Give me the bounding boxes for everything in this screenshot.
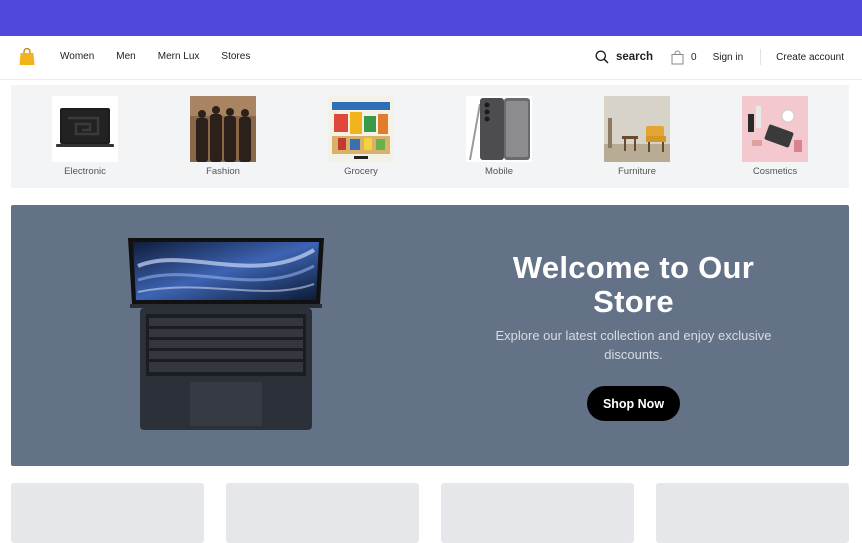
search-button[interactable]: search	[595, 50, 653, 64]
category-label: Cosmetics	[752, 166, 798, 177]
laptop-hero-image	[128, 238, 324, 430]
sign-in-link[interactable]: Sign in	[713, 52, 744, 63]
category-strip: Electronic Fashion Grocery Mobile Furnit…	[11, 85, 849, 188]
smartphone-image	[466, 96, 532, 162]
category-label: Electronic	[64, 166, 106, 177]
category-furniture[interactable]: Furniture	[602, 96, 672, 177]
nav-divider	[760, 49, 762, 65]
category-grocery[interactable]: Grocery	[326, 96, 396, 177]
nav-actions: search 0 Sign in Create account	[595, 47, 844, 67]
category-cosmetics[interactable]: Cosmetics	[740, 96, 810, 177]
nav-link-mern-lux[interactable]: Mern Lux	[158, 51, 200, 62]
nav-link-men[interactable]: Men	[116, 51, 135, 62]
hero-banner: Welcome to Our Store Explore our latest …	[11, 205, 849, 466]
cosmetics-products-image	[742, 96, 808, 162]
category-mobile[interactable]: Mobile	[464, 96, 534, 177]
laptop-image	[52, 96, 118, 162]
category-label: Mobile	[485, 166, 513, 177]
fashion-models-image	[190, 96, 256, 162]
top-banner	[0, 0, 862, 36]
category-label: Grocery	[344, 166, 378, 177]
armchair-room-image	[604, 96, 670, 162]
shop-now-button[interactable]: Shop Now	[587, 386, 680, 421]
search-label: search	[615, 51, 654, 63]
navbar: Women Men Mern Lux Stores search 0 Sign …	[0, 36, 862, 80]
shopping-bag-icon	[671, 50, 684, 64]
shopping-bag-logo-icon[interactable]	[19, 48, 35, 66]
hero-subtitle: Explore our latest collection and enjoy …	[495, 328, 772, 362]
nav-link-stores[interactable]: Stores	[221, 51, 250, 62]
category-fashion[interactable]: Fashion	[188, 96, 258, 177]
create-account-link[interactable]: Create account	[776, 52, 844, 63]
category-label: Furniture	[617, 166, 656, 177]
grocery-poster-image	[328, 96, 394, 162]
cart-count: 0	[691, 51, 697, 63]
primary-nav: Women Men Mern Lux Stores	[60, 51, 272, 62]
product-card-placeholder[interactable]	[11, 483, 204, 543]
product-card-placeholder[interactable]	[226, 483, 419, 543]
search-icon	[595, 50, 609, 64]
product-card-placeholder[interactable]	[441, 483, 634, 543]
category-label: Fashion	[206, 166, 240, 177]
product-card-placeholder[interactable]	[656, 483, 849, 543]
nav-link-women[interactable]: Women	[60, 51, 94, 62]
cart-button[interactable]: 0	[671, 50, 697, 65]
category-electronic[interactable]: Electronic	[50, 96, 120, 177]
hero-title: Welcome to Our Store	[512, 250, 755, 319]
